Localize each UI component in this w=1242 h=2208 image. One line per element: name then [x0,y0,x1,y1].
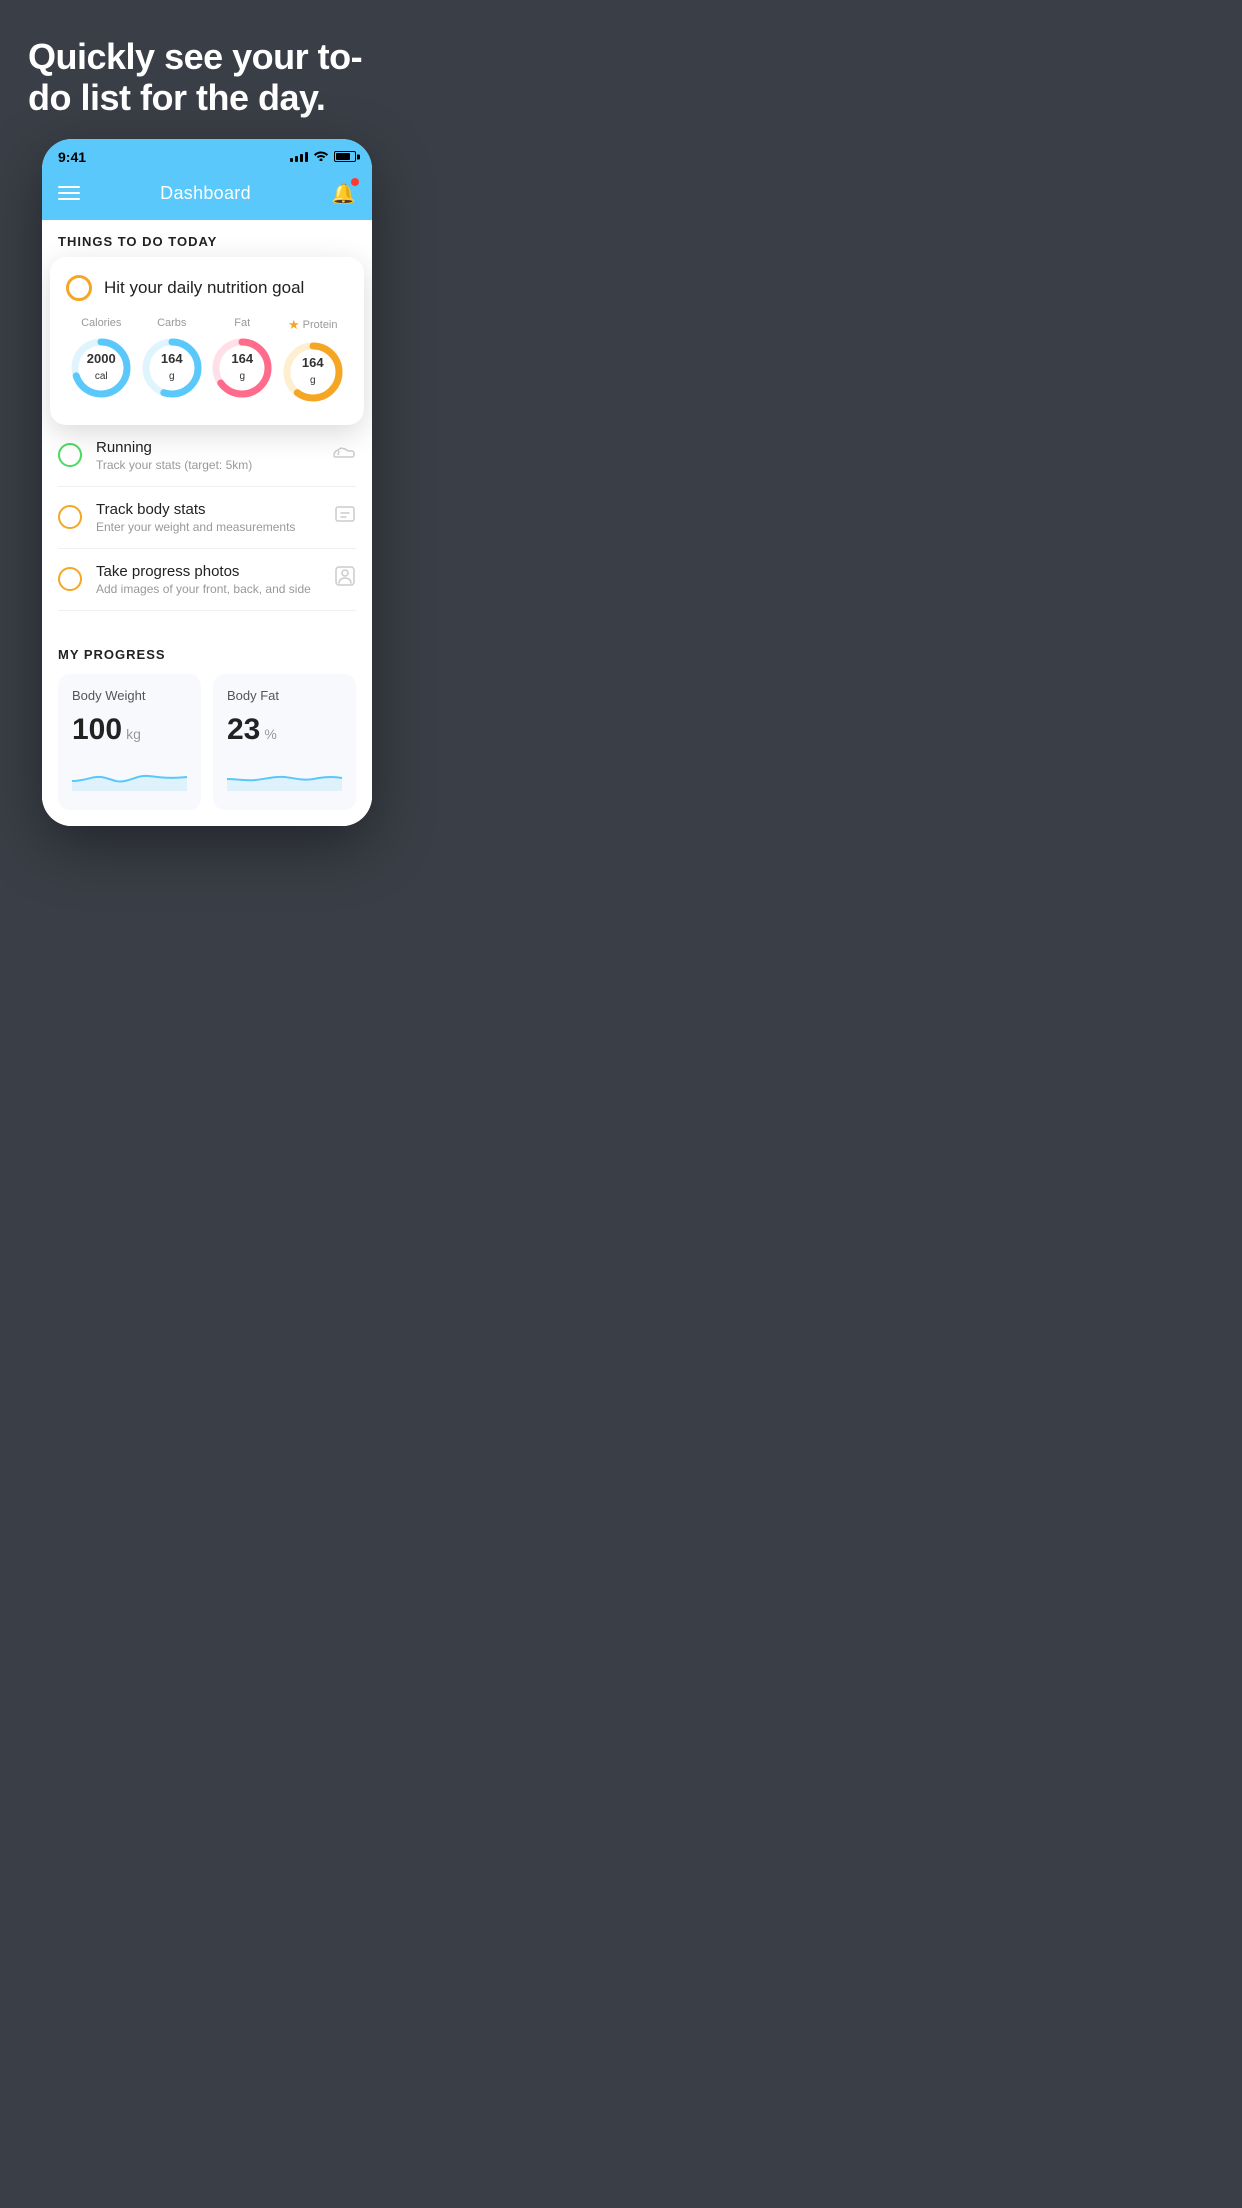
menu-icon[interactable] [58,186,80,200]
body-weight-value: 100 [72,713,122,747]
body-fat-card-title: Body Fat [227,688,342,703]
protein-donut: 164 g [280,339,346,405]
page-background: Quickly see your to-do list for the day.… [0,0,414,866]
calories-value: 2000 [87,352,116,366]
todo-running[interactable]: Running Track your stats (target: 5km) [58,425,356,487]
carbs-value: 164 [161,352,183,366]
body-weight-card[interactable]: Body Weight 100 kg [58,674,201,810]
protein-stat: ★ Protein 164 g [280,317,346,405]
things-today-heading: THINGS TO DO TODAY [58,234,356,249]
my-progress-title: MY PROGRESS [58,647,356,662]
status-bar: 9:41 [42,139,372,171]
battery-icon [334,151,356,162]
nutrition-stats: Calories 2000 cal [66,317,348,405]
todo-photos[interactable]: Take progress photos Add images of your … [58,549,356,611]
status-icons [290,149,356,164]
carbs-label: Carbs [157,317,186,329]
app-content: THINGS TO DO TODAY Hit your daily nutrit… [42,220,372,826]
wifi-icon [313,149,329,164]
body-stats-subtitle: Enter your weight and measurements [96,520,320,534]
protein-label: ★ Protein [288,317,338,333]
calories-stat: Calories 2000 cal [68,317,134,401]
body-weight-card-title: Body Weight [72,688,187,703]
hero-title: Quickly see your to-do list for the day. [28,36,386,119]
signal-icon [290,152,308,162]
nutrition-check-circle[interactable] [66,275,92,301]
fat-stat: Fat 164 g [209,317,275,401]
body-fat-value-row: 23 % [227,713,342,747]
progress-cards: Body Weight 100 kg Body Fat [58,674,356,810]
body-weight-unit: kg [126,726,141,742]
body-weight-value-row: 100 kg [72,713,187,747]
scale-icon [334,503,356,531]
calories-label: Calories [81,317,121,329]
person-icon [334,565,356,593]
fat-donut: 164 g [209,335,275,401]
protein-value: 164 [302,356,324,370]
card-title-row: Hit your daily nutrition goal [66,275,348,301]
phone-frame: 9:41 [42,139,372,826]
my-progress-section: MY PROGRESS Body Weight 100 kg [42,627,372,826]
nutrition-card: Hit your daily nutrition goal Calories [50,257,364,425]
body-stats-title: Track body stats [96,501,320,518]
running-title: Running [96,439,318,456]
carbs-stat: Carbs 164 g [139,317,205,401]
nutrition-card-title: Hit your daily nutrition goal [104,278,304,298]
body-fat-value: 23 [227,713,260,747]
fat-value: 164 [231,352,253,366]
notification-dot [351,178,359,186]
hero-section: Quickly see your to-do list for the day. [0,0,414,139]
running-subtitle: Track your stats (target: 5km) [96,458,318,472]
todo-list: Running Track your stats (target: 5km) [42,425,372,611]
header-title: Dashboard [160,183,251,204]
calories-donut: 2000 cal [68,335,134,401]
running-circle [58,443,82,467]
shoe-icon [332,443,356,467]
bell-icon[interactable]: 🔔 [331,181,356,206]
todo-body-stats[interactable]: Track body stats Enter your weight and m… [58,487,356,549]
photos-text: Take progress photos Add images of your … [96,563,320,596]
body-stats-circle [58,505,82,529]
running-text: Running Track your stats (target: 5km) [96,439,318,472]
star-icon: ★ [288,317,300,333]
photos-circle [58,567,82,591]
status-time: 9:41 [58,149,86,165]
things-today-section: THINGS TO DO TODAY [42,220,372,257]
carbs-donut: 164 g [139,335,205,401]
photos-subtitle: Add images of your front, back, and side [96,582,320,596]
body-fat-chart [227,761,342,791]
body-fat-unit: % [264,726,276,742]
body-weight-chart [72,761,187,791]
photos-title: Take progress photos [96,563,320,580]
fat-label: Fat [234,317,250,329]
app-header: Dashboard 🔔 [42,171,372,220]
body-fat-card[interactable]: Body Fat 23 % [213,674,356,810]
body-stats-text: Track body stats Enter your weight and m… [96,501,320,534]
